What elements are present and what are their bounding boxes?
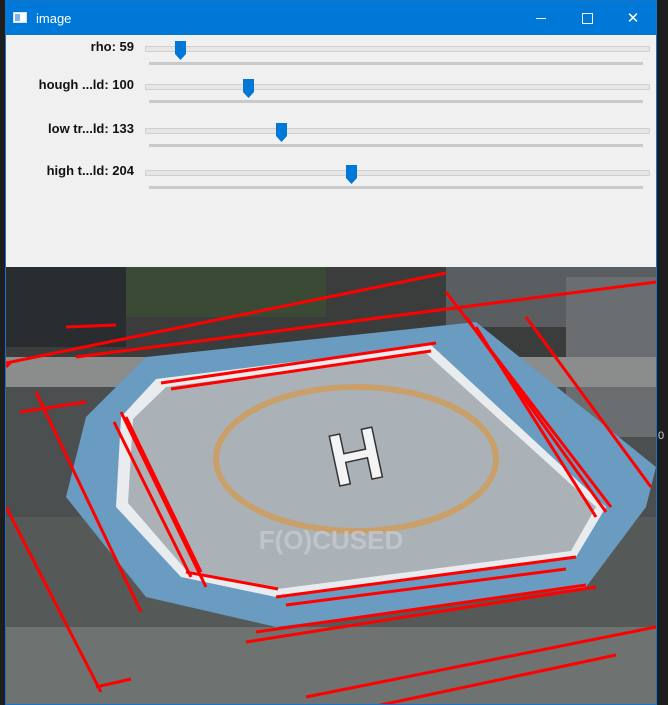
background-edge-text: 0 xyxy=(658,430,665,442)
image-window: image ✕ rho: 59 hough ...ld: 100 low tr.… xyxy=(5,0,657,705)
trackbar-track[interactable] xyxy=(145,170,650,176)
trackbar-label: high t...ld: 204 xyxy=(46,163,134,178)
trackbar-panel: rho: 59 hough ...ld: 100 low tr...ld: 13… xyxy=(6,35,656,267)
helipad-image: H F(O)CUSED xyxy=(6,267,656,704)
trackbar-high-threshold: high t...ld: 204 xyxy=(6,161,656,201)
maximize-icon xyxy=(581,12,593,24)
window-title: image xyxy=(36,11,72,26)
trackbar-rho: rho: 59 xyxy=(6,37,656,77)
maximize-button[interactable] xyxy=(564,1,610,35)
trackbar-low-threshold: low tr...ld: 133 xyxy=(6,119,656,159)
close-icon: ✕ xyxy=(626,10,640,27)
close-button[interactable]: ✕ xyxy=(610,1,656,35)
app-window-icon xyxy=(13,12,27,23)
trackbar-baseline xyxy=(149,186,643,189)
trackbar-baseline xyxy=(149,100,643,103)
trackbar-thumb[interactable] xyxy=(243,79,255,98)
trackbar-label: hough ...ld: 100 xyxy=(38,77,134,92)
minimize-button[interactable] xyxy=(518,1,564,35)
trackbar-baseline xyxy=(149,62,643,65)
trackbar-track[interactable] xyxy=(145,46,650,52)
trackbar-baseline xyxy=(149,144,643,147)
trackbar-track[interactable] xyxy=(145,128,650,134)
trackbar-thumb[interactable] xyxy=(275,123,287,142)
title-bar[interactable]: image ✕ xyxy=(6,1,656,35)
watermark-text: F(O)CUSED xyxy=(259,525,403,555)
image-display: H F(O)CUSED xyxy=(6,267,656,704)
trackbar-thumb[interactable] xyxy=(346,165,358,184)
trackbar-label: low tr...ld: 133 xyxy=(48,121,134,136)
trackbar-label: rho: 59 xyxy=(90,39,134,54)
trackbar-thumb[interactable] xyxy=(175,41,187,60)
trackbar-track[interactable] xyxy=(145,84,650,90)
minimize-icon xyxy=(536,17,546,19)
trackbar-hough-threshold: hough ...ld: 100 xyxy=(6,75,656,115)
